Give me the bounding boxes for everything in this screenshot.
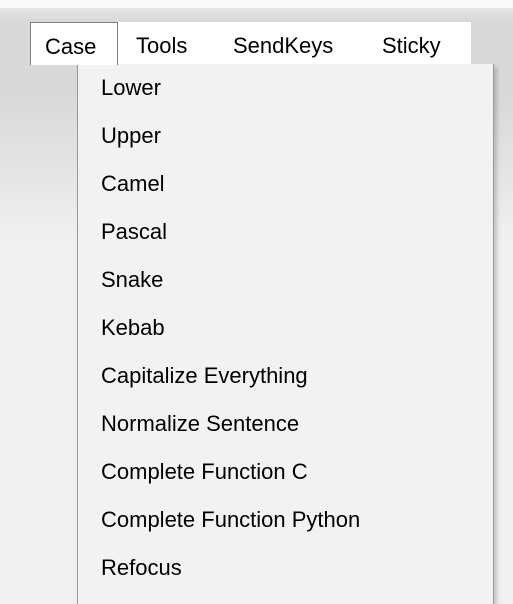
menu-item-label: Complete Function Python (101, 507, 361, 532)
window-top-edge (0, 0, 513, 8)
menu-item-complete-function-python[interactable]: Complete Function Python (78, 496, 493, 544)
menu-item-label: Snake (101, 267, 164, 292)
menu-sendkeys[interactable]: SendKeys (233, 22, 353, 64)
menu-item-label: Camel (101, 171, 165, 196)
menu-item-normalize-sentence[interactable]: Normalize Sentence (78, 400, 493, 448)
menu-case[interactable]: Case (30, 22, 118, 65)
menu-item-refocus[interactable]: Refocus (78, 544, 493, 592)
menu-item-lower[interactable]: Lower (78, 64, 493, 112)
menu-tools[interactable]: Tools (136, 22, 206, 64)
menu-item-label: Kebab (101, 315, 165, 340)
menu-item-capitalize-everything[interactable]: Capitalize Everything (78, 352, 493, 400)
menu-item-complete-function-c[interactable]: Complete Function C (78, 448, 493, 496)
menu-sticky[interactable]: Sticky (382, 22, 462, 64)
menu-item-upper[interactable]: Upper (78, 112, 493, 160)
menu-item-label: Upper (101, 123, 161, 148)
menu-item-label: Complete Function C (101, 459, 308, 484)
menu-item-kebab[interactable]: Kebab (78, 304, 493, 352)
menu-item-label: Lower (101, 75, 161, 100)
menu-item-snake[interactable]: Snake (78, 256, 493, 304)
menu-item-label: Capitalize Everything (101, 363, 308, 388)
menu-item-pascal[interactable]: Pascal (78, 208, 493, 256)
menu-item-label: Refocus (101, 555, 182, 580)
menu-item-label: Normalize Sentence (101, 411, 300, 436)
case-dropdown-menu: Lower Upper Camel Pascal Snake Kebab Cap… (77, 64, 494, 604)
menu-bar: Case Tools SendKeys Sticky (30, 22, 471, 65)
menu-item-camel[interactable]: Camel (78, 160, 493, 208)
menu-item-label: Pascal (101, 219, 168, 244)
